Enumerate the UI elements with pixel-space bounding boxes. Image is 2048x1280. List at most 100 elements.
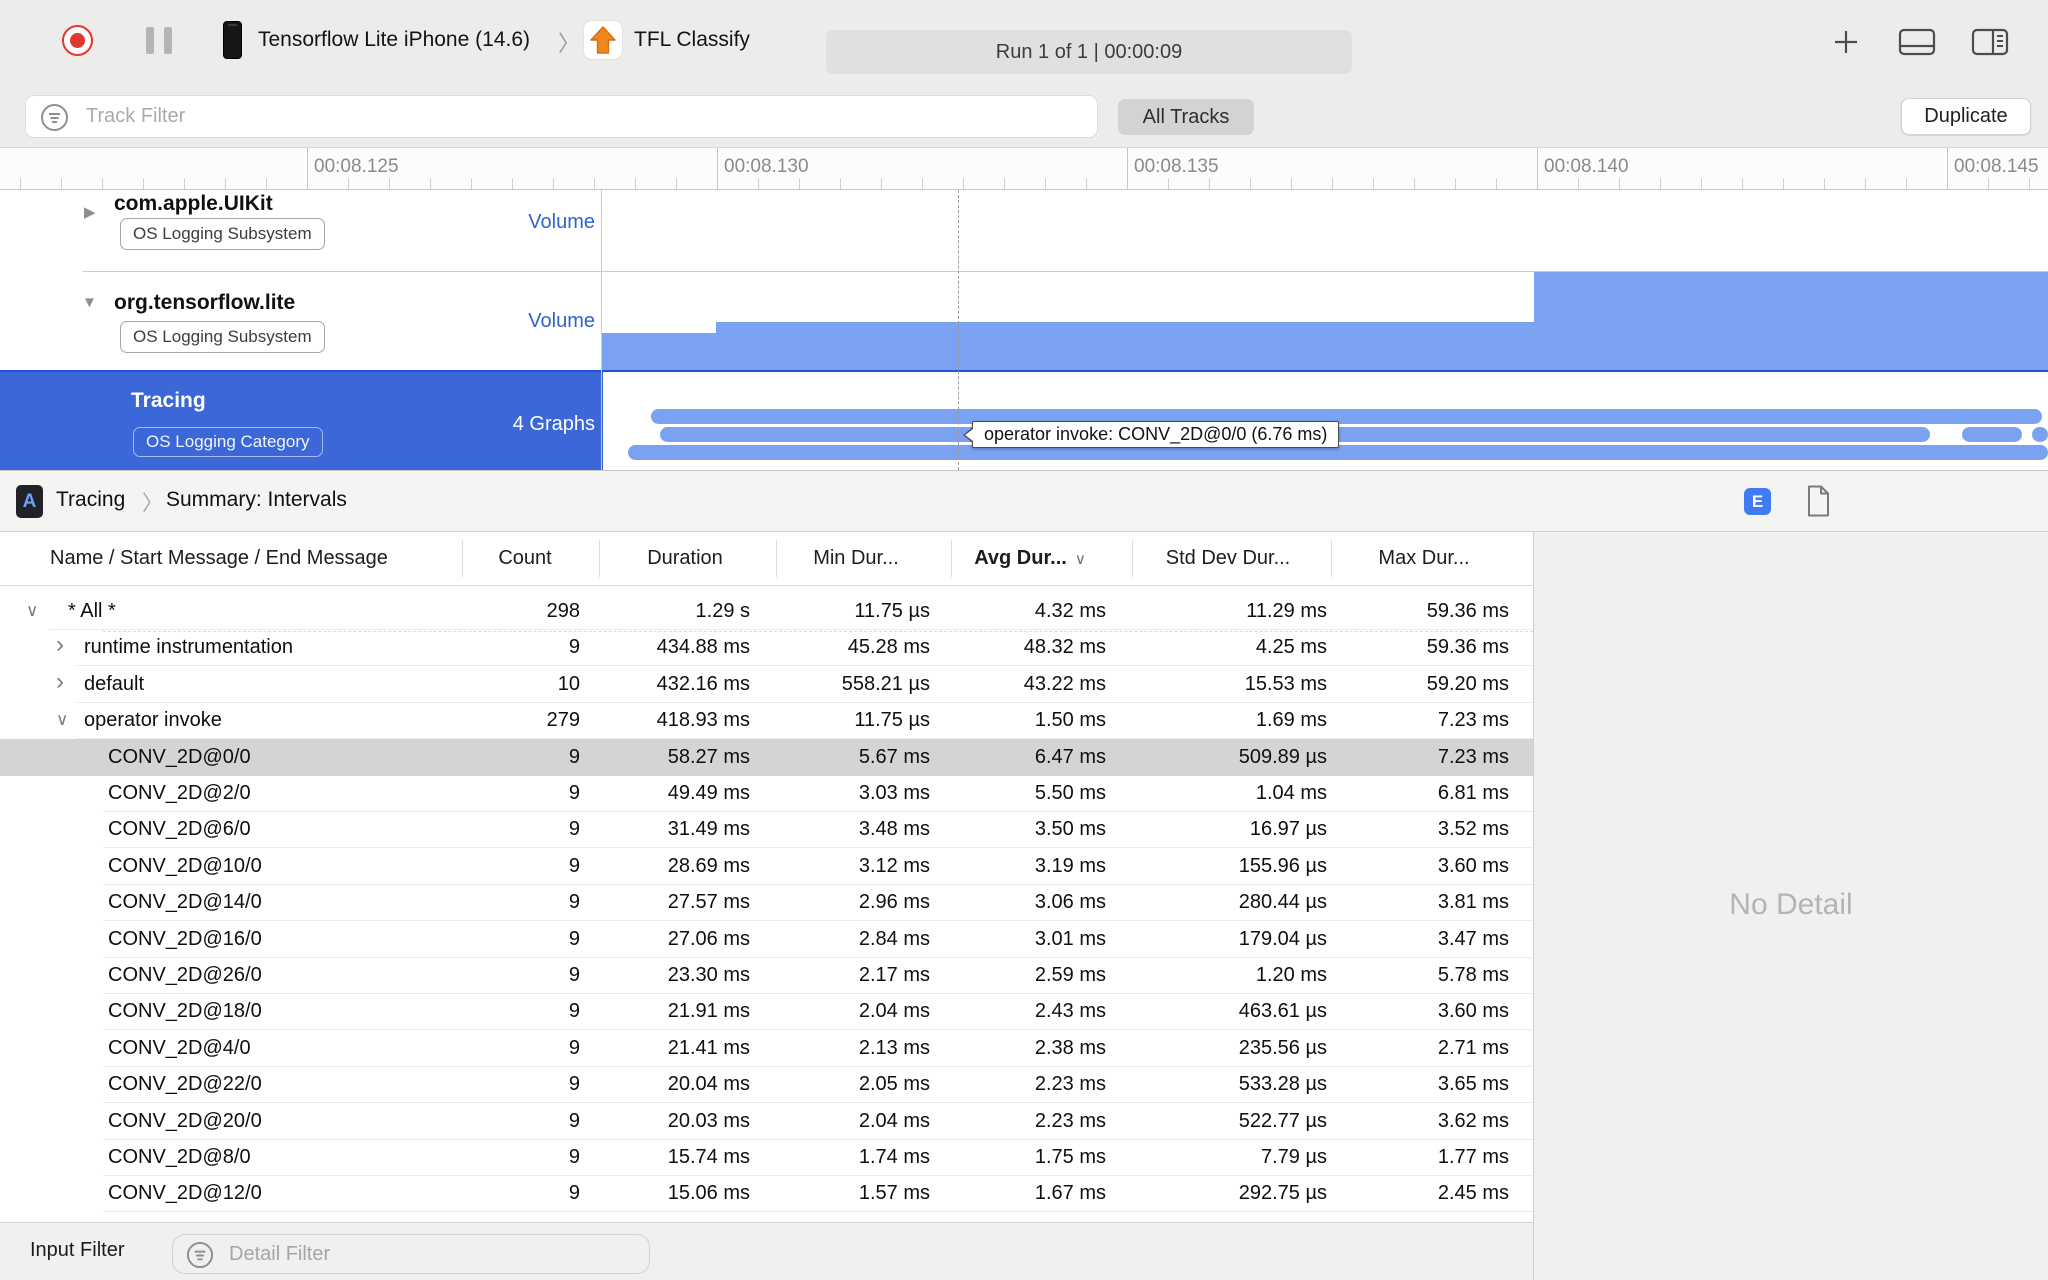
column-header[interactable]: Avg Dur... ∨ — [915, 547, 1145, 570]
track-title-tracing[interactable]: Tracing — [131, 389, 206, 413]
cell-name: CONV_2D@12/0 — [108, 1182, 262, 1205]
table-row[interactable]: CONV_2D@4/0 9 21.41 ms 2.13 ms 2.38 ms 235.56… — [0, 1030, 1533, 1067]
cell-value: 7.23 ms — [1437, 745, 1509, 768]
duplicate-button[interactable]: Duplicate — [1901, 98, 2031, 135]
table-body: ∨ * All * 298 1.29 s 11.75 µs 4.32 ms 11.29 ms… — [0, 586, 1533, 1222]
table-row[interactable]: ∨ operator invoke 279 418.93 ms 11.75 µs 1.50… — [0, 702, 1533, 740]
ruler-minor-tick — [1783, 178, 1784, 189]
cell-name: CONV_2D@2/0 — [108, 782, 251, 804]
column-separator[interactable] — [951, 540, 952, 577]
table-row[interactable]: CONV_2D@0/0 9 58.27 ms 5.67 ms 6.47 ms 509.89… — [0, 738, 1533, 776]
table-row[interactable]: CONV_2D@10/0 9 28.69 ms 3.12 ms 3.19 ms 155.9… — [0, 848, 1533, 885]
ruler-major-tick — [307, 148, 308, 189]
cell-value: 23.30 ms — [667, 964, 750, 986]
bottom-panel-toggle-icon[interactable] — [1898, 28, 1936, 61]
all-tracks-button[interactable]: All Tracks — [1118, 99, 1254, 135]
breadcrumb-root[interactable]: Tracing — [56, 488, 125, 512]
track-header-tracing[interactable]: Tracing OS Logging Category 4 Graphs — [0, 372, 601, 470]
device-name[interactable]: Tensorflow Lite iPhone (14.6) — [258, 28, 530, 52]
breadcrumb-page[interactable]: Summary: Intervals — [166, 488, 347, 512]
row-disclosure-icon[interactable]: ∨ — [56, 710, 68, 730]
ruler-minor-tick — [553, 178, 554, 189]
interval-bar[interactable] — [651, 409, 2042, 424]
row-disclosure-icon[interactable]: ∨ — [26, 601, 38, 621]
partial-row-separator — [103, 631, 1533, 632]
column-header[interactable]: Max Dur... — [1309, 547, 1539, 570]
cell-value: 49.49 ms — [667, 782, 750, 804]
row-disclosure-icon[interactable]: › — [56, 631, 64, 659]
ruler-minor-tick — [1373, 178, 1374, 189]
run-info[interactable]: Run 1 of 1 | 00:00:09 — [826, 30, 1352, 74]
input-filter-label: Input Filter — [30, 1239, 125, 1261]
right-panel-toggle-icon[interactable] — [1971, 28, 2009, 61]
cell-value: 16.97 µs — [1249, 818, 1327, 841]
ruler-minor-tick — [1332, 178, 1333, 189]
table-row[interactable]: › runtime instrumentation 9 434.88 ms 45.28 … — [0, 629, 1533, 667]
cell-value: 155.96 µs — [1238, 854, 1327, 877]
table-row[interactable]: CONV_2D@22/0 9 20.04 ms 2.05 ms 2.23 ms 533.2… — [0, 1066, 1533, 1104]
column-separator[interactable] — [1132, 540, 1133, 577]
app-icon — [584, 21, 622, 59]
pause-button[interactable] — [146, 27, 172, 54]
cell-value: 3.81 ms — [1437, 891, 1509, 914]
add-instrument-icon[interactable] — [1833, 29, 1859, 60]
table-row[interactable]: CONV_2D@14/0 9 27.57 ms 2.96 ms 3.06 ms 280.4… — [0, 884, 1533, 922]
track-title-uikit[interactable]: com.apple.UIKit — [114, 192, 273, 216]
interval-bar[interactable] — [1962, 427, 2022, 442]
cell-value: 2.17 ms — [858, 964, 930, 986]
cell-value: 59.36 ms — [1426, 636, 1509, 659]
cell-value: 48.32 ms — [1023, 636, 1106, 659]
disclosure-expanded-icon[interactable]: ▼ — [82, 294, 97, 311]
ruler-minor-tick — [1742, 178, 1743, 189]
ruler-minor-tick — [963, 178, 964, 189]
filter-icon — [186, 1241, 214, 1274]
ruler-minor-tick — [1496, 178, 1497, 189]
table-row[interactable]: › default 10 432.16 ms 558.21 µs 43.22 ms 15.5… — [0, 666, 1533, 703]
table-row[interactable]: ∨ * All * 298 1.29 s 11.75 µs 4.32 ms 11.29 ms… — [0, 593, 1533, 630]
extended-detail-button[interactable]: E — [1744, 488, 1771, 515]
track-title-tensorflow[interactable]: org.tensorflow.lite — [114, 291, 295, 315]
track-header-divider — [601, 190, 602, 470]
document-icon[interactable] — [1806, 485, 1831, 522]
ruler-minor-tick — [2029, 178, 2030, 189]
column-separator[interactable] — [1331, 540, 1332, 577]
table-row[interactable]: CONV_2D@20/0 9 20.03 ms 2.04 ms 2.23 ms 522.7… — [0, 1103, 1533, 1140]
table-row[interactable]: CONV_2D@16/0 9 27.06 ms 2.84 ms 3.01 ms 179.0… — [0, 921, 1533, 958]
cell-value: 59.20 ms — [1426, 672, 1509, 695]
table-row[interactable]: CONV_2D@26/0 9 23.30 ms 2.17 ms 2.59 ms 1.20 … — [0, 957, 1533, 994]
table-row[interactable]: CONV_2D@18/0 9 21.91 ms 2.04 ms 2.43 ms 463.6… — [0, 993, 1533, 1031]
cell-value: 558.21 µs — [841, 672, 930, 695]
ruler-minor-tick — [1824, 178, 1825, 189]
track-strategy-tensorflow: Volume — [528, 310, 595, 332]
column-separator[interactable] — [599, 540, 600, 577]
ruler-minor-tick — [840, 178, 841, 189]
detail-filter-input[interactable]: Detail Filter — [172, 1234, 650, 1274]
tooltip-arrow-icon — [963, 427, 973, 443]
column-header-name[interactable]: Name / Start Message / End Message — [50, 547, 388, 570]
table-row[interactable]: CONV_2D@12/0 9 15.06 ms 1.57 ms 1.67 ms 292.7… — [0, 1175, 1533, 1213]
app-name[interactable]: TFL Classify — [634, 28, 750, 52]
table-row[interactable]: CONV_2D@6/0 9 31.49 ms 3.48 ms 3.50 ms 16.97 … — [0, 811, 1533, 849]
record-button[interactable] — [62, 25, 93, 56]
bottom-filter-bar: Input Filter Detail Filter — [0, 1222, 1533, 1280]
cell-value: 3.52 ms — [1437, 818, 1509, 841]
cell-value: 434.88 ms — [656, 636, 750, 659]
track-filter-input[interactable]: Track Filter — [25, 95, 1098, 138]
ruler-major-tick — [1947, 148, 1948, 189]
timeline-ruler[interactable]: 00:08.125 00:08.130 00:08.135 00:08.140 00:0… — [0, 148, 2048, 190]
interval-bar[interactable] — [2032, 427, 2048, 442]
row-disclosure-icon[interactable]: › — [56, 668, 64, 696]
column-separator[interactable] — [776, 540, 777, 577]
table-row[interactable]: CONV_2D@8/0 9 15.74 ms 1.74 ms 1.75 ms 7.79 µ… — [0, 1139, 1533, 1176]
disclosure-collapsed-icon[interactable]: ▶ — [84, 203, 96, 221]
playhead-line[interactable] — [958, 190, 959, 470]
cell-value: 9 — [568, 1000, 580, 1023]
cell-value: 7.23 ms — [1437, 709, 1509, 732]
device-icon — [223, 21, 242, 59]
cell-value: 11.75 µs — [854, 600, 930, 622]
column-separator[interactable] — [462, 540, 463, 577]
cell-value: 10 — [557, 672, 580, 695]
table-row[interactable]: CONV_2D@2/0 9 49.49 ms 3.03 ms 5.50 ms 1.04 m… — [0, 775, 1533, 812]
cell-value: 2.43 ms — [1034, 1000, 1106, 1023]
cell-name: CONV_2D@18/0 — [108, 1000, 262, 1023]
